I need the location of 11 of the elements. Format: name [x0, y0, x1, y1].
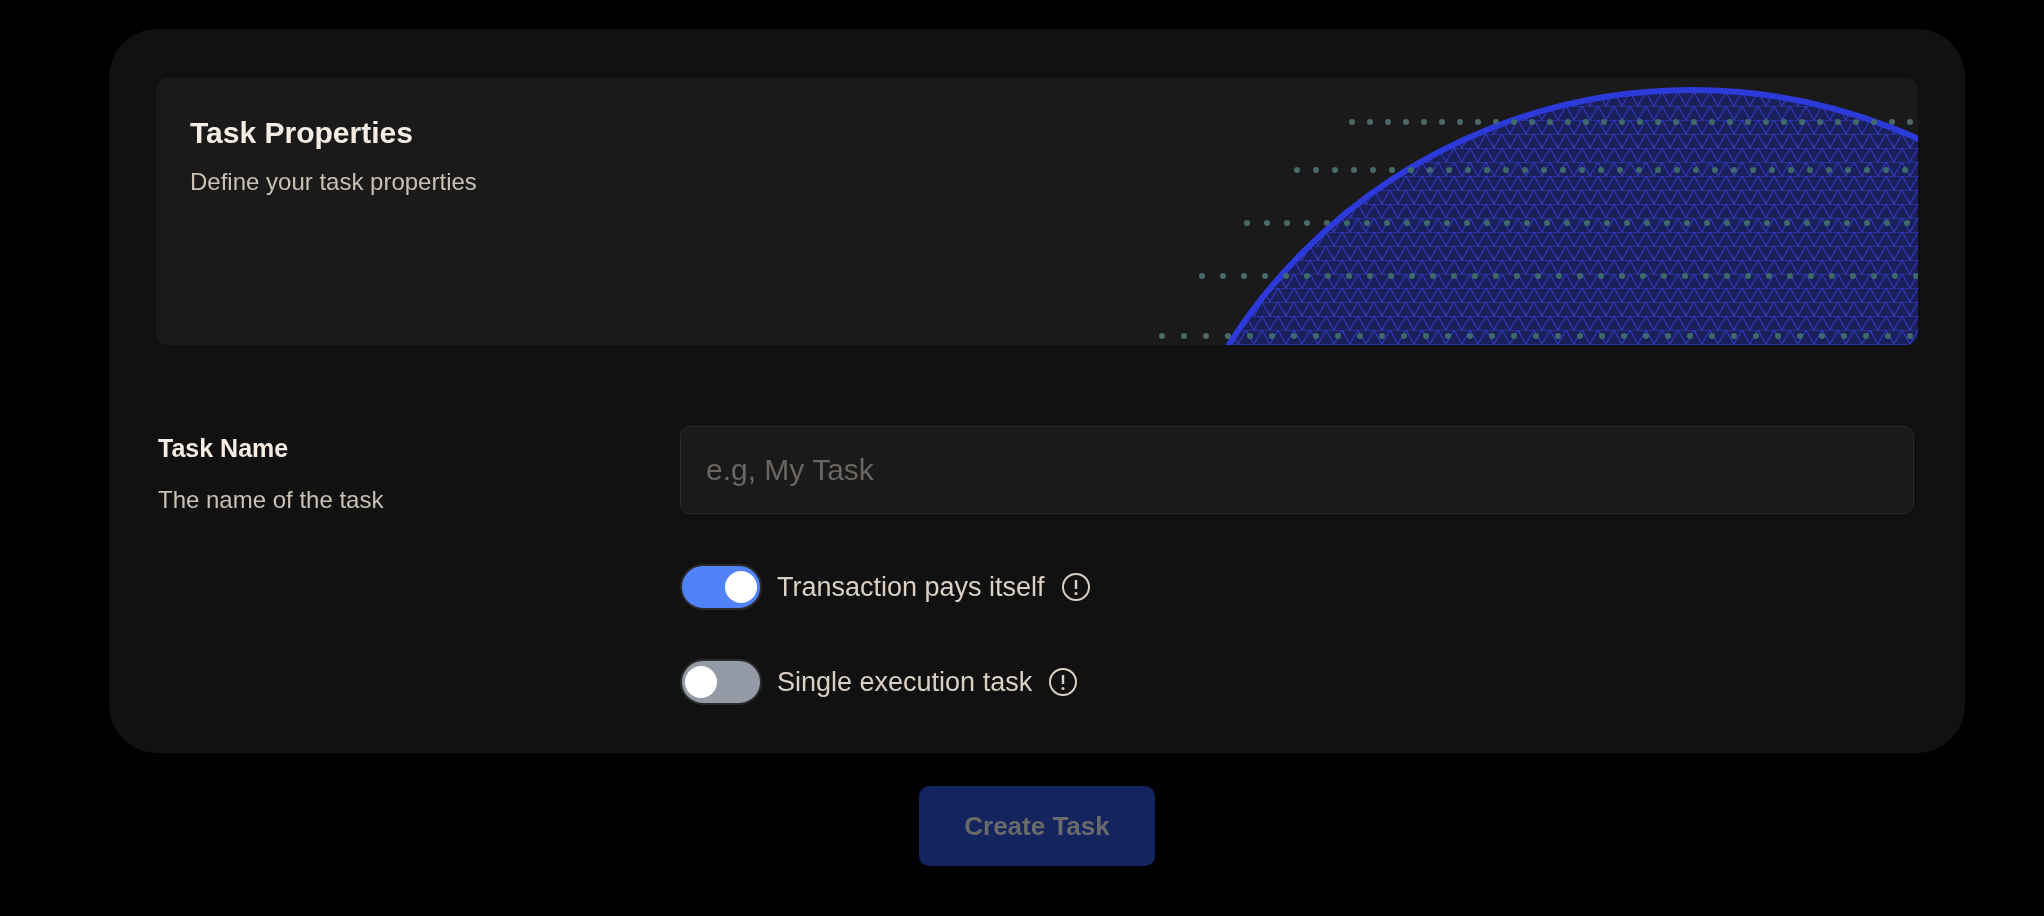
info-icon[interactable]: [1060, 572, 1091, 602]
field-description: The name of the task: [158, 484, 384, 515]
panel-title: Task Properties: [190, 115, 413, 151]
toggle-switch[interactable]: [680, 564, 762, 610]
task-name-field[interactable]: e.g, My Task: [680, 426, 1914, 514]
toggle-label: Single execution task: [777, 665, 1033, 699]
field-label: Task Name: [158, 433, 289, 464]
toggle-switch[interactable]: [680, 659, 762, 705]
toggle-label: Transaction pays itself: [777, 570, 1045, 604]
info-icon[interactable]: [1048, 667, 1079, 697]
panel-subtitle: Define your task properties: [190, 166, 477, 197]
